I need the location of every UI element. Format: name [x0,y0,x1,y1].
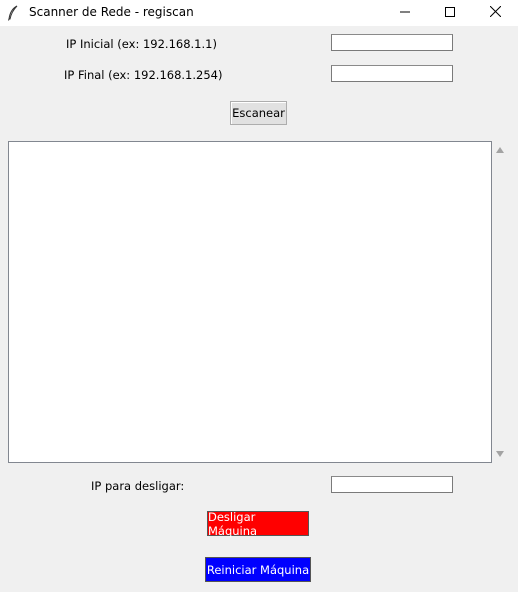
shutdown-ip-input[interactable] [331,476,453,493]
minimize-button[interactable] [382,0,428,26]
maximize-button[interactable] [427,0,473,26]
restart-button[interactable]: Reiniciar Máquina [205,557,311,582]
maximize-icon [445,6,455,20]
close-icon [489,5,501,20]
scroll-up-arrow-icon[interactable] [496,147,504,153]
ip-end-label: IP Final (ex: 192.168.1.254) [64,68,223,82]
ip-start-input[interactable] [331,34,453,51]
results-scrollbar[interactable] [492,141,509,463]
close-button[interactable] [472,0,518,26]
shutdown-button[interactable]: Desligar Máquina [207,510,309,538]
window-title: Scanner de Rede - regiscan [29,5,194,19]
minimize-icon [400,6,410,20]
title-bar: Scanner de Rede - regiscan [0,0,518,26]
ip-start-label: IP Inicial (ex: 192.168.1.1) [66,37,217,51]
results-textarea[interactable] [8,141,492,463]
scan-button[interactable]: Escanear [230,101,287,125]
scroll-down-arrow-icon[interactable] [496,451,504,457]
shutdown-ip-label: IP para desligar: [91,479,185,493]
ip-end-input[interactable] [331,65,453,82]
feather-icon [7,5,19,21]
